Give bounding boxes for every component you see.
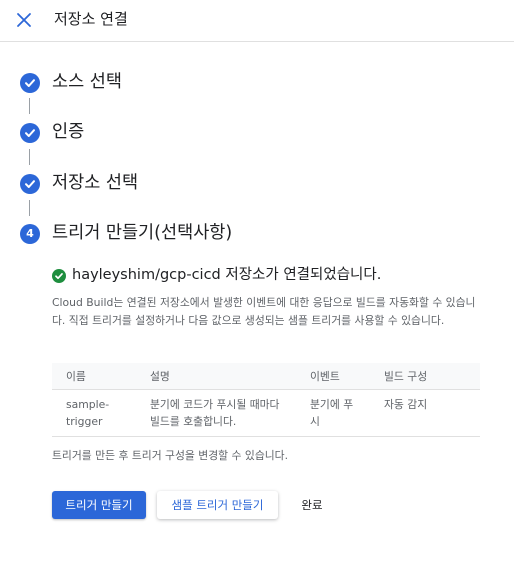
success-check-icon xyxy=(52,269,66,283)
column-header-event: 이벤트 xyxy=(296,363,370,390)
check-circle-icon xyxy=(20,123,40,143)
sample-trigger-table: 이름 설명 이벤트 빌드 구성 sample-trigger 분기에 코드가 푸… xyxy=(52,363,480,437)
success-message: hayleyshim/gcp-cicd 저장소가 연결되었습니다. xyxy=(72,267,382,283)
create-trigger-button[interactable]: 트리거 만들기 xyxy=(52,491,146,519)
step-label: 트리거 만들기(선택사항) xyxy=(52,223,233,243)
after-create-note: 트리거를 만든 후 트리거 구성을 변경할 수 있습니다. xyxy=(52,449,289,462)
check-circle-icon xyxy=(20,73,40,93)
dialog-title: 저장소 연결 xyxy=(54,10,128,28)
step-connector xyxy=(29,98,30,114)
description-text: Cloud Build는 연결된 저장소에서 발생한 이벤트에 대한 응답으로 … xyxy=(52,296,476,327)
column-header-build-config: 빌드 구성 xyxy=(370,363,480,390)
close-icon xyxy=(17,13,31,27)
cell-build-config: 자동 감지 xyxy=(370,389,480,437)
step-connector xyxy=(29,149,30,165)
create-sample-trigger-button[interactable]: 샘플 트리거 만들기 xyxy=(157,491,278,519)
close-button[interactable] xyxy=(14,10,34,30)
step-label: 소스 선택 xyxy=(52,72,122,92)
step-number-badge: 4 xyxy=(20,224,40,244)
step-label: 저장소 선택 xyxy=(52,173,139,193)
cell-event: 분기에 푸시 xyxy=(296,389,370,437)
table-header-row: 이름 설명 이벤트 빌드 구성 xyxy=(52,363,480,390)
step-label: 인증 xyxy=(52,122,85,142)
column-header-name: 이름 xyxy=(52,363,136,390)
table-row: sample-trigger 분기에 코드가 푸시될 때마다 빌드를 호출합니다… xyxy=(52,389,480,437)
done-button[interactable]: 완료 xyxy=(290,491,334,519)
check-circle-icon xyxy=(20,174,40,194)
dialog-header: 저장소 연결 xyxy=(0,0,514,42)
column-header-description: 설명 xyxy=(136,363,296,390)
cell-name: sample-trigger xyxy=(52,389,136,437)
step-connector xyxy=(29,200,30,216)
cell-description: 분기에 코드가 푸시될 때마다 빌드를 호출합니다. xyxy=(136,389,296,437)
